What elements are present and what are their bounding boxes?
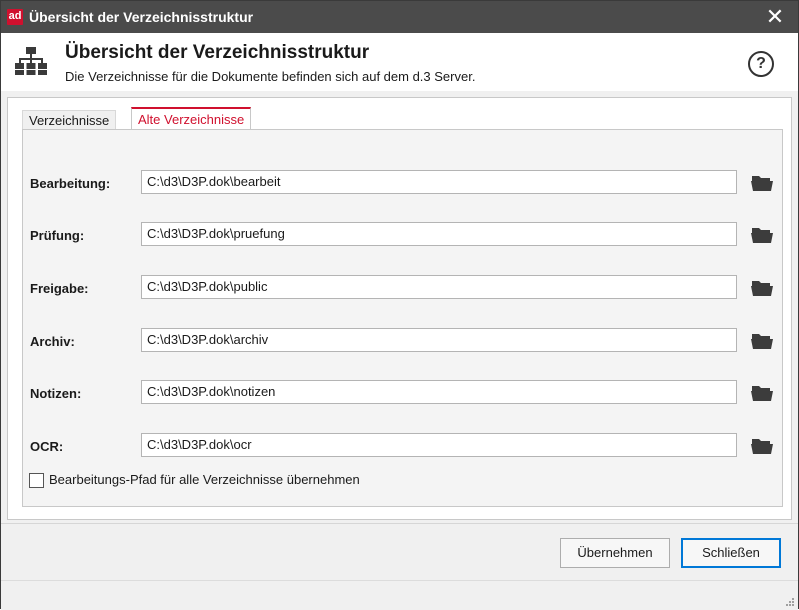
folder-tree-icon xyxy=(15,47,47,75)
label-freigabe: Freigabe: xyxy=(30,281,89,296)
page-subtitle: Die Verzeichnisse für die Dokumente befi… xyxy=(65,69,476,84)
close-button[interactable]: Schließen xyxy=(681,538,781,568)
close-window-button[interactable]: ✕ xyxy=(752,1,798,33)
title-bar: ad Übersicht der Verzeichnisstruktur ✕ xyxy=(1,1,798,33)
label-bearbeitung: Bearbeitung: xyxy=(30,176,111,191)
notizen-path-field[interactable]: C:\d3\D3P.dok\notizen xyxy=(141,380,737,404)
app-logo-icon: ad xyxy=(7,9,23,25)
label-archiv: Archiv: xyxy=(30,334,75,349)
page-title: Übersicht der Verzeichnisstruktur xyxy=(65,42,370,63)
label-ocr: OCR: xyxy=(30,439,64,454)
archiv-path-field[interactable]: C:\d3\D3P.dok\archiv xyxy=(141,328,737,352)
folder-browse-icon[interactable] xyxy=(750,434,774,456)
help-icon[interactable]: ? xyxy=(748,51,774,77)
window-title: Übersicht der Verzeichnisstruktur xyxy=(29,9,254,25)
content-area: Verzeichnisse Alte Verzeichnisse Bearbei… xyxy=(7,97,792,520)
folder-browse-icon[interactable] xyxy=(750,381,774,403)
dialog-header: Übersicht der Verzeichnisstruktur Die Ve… xyxy=(1,33,798,91)
freigabe-path-field[interactable]: C:\d3\D3P.dok\public xyxy=(141,275,737,299)
status-strip xyxy=(1,580,798,610)
folder-browse-icon[interactable] xyxy=(750,329,774,351)
apply-button[interactable]: Übernehmen xyxy=(560,538,670,568)
dialog-footer: Übernehmen Schließen xyxy=(1,523,798,610)
tab-verzeichnisse[interactable]: Verzeichnisse xyxy=(22,110,117,131)
label-pruefung: Prüfung: xyxy=(30,228,85,243)
folder-browse-icon[interactable] xyxy=(750,276,774,298)
label-notizen: Notizen: xyxy=(30,386,82,401)
ocr-path-field[interactable]: C:\d3\D3P.dok\ocr xyxy=(141,433,737,457)
pruefung-path-field[interactable]: C:\d3\D3P.dok\pruefung xyxy=(141,222,737,246)
folder-browse-icon[interactable] xyxy=(750,171,774,193)
bearbeitung-path-field[interactable]: C:\d3\D3P.dok\bearbeit xyxy=(141,170,737,194)
dialog-window: ad Übersicht der Verzeichnisstruktur ✕ Ü… xyxy=(0,0,799,610)
apply-path-checkbox[interactable] xyxy=(29,473,44,488)
apply-path-checkbox-label[interactable]: Bearbeitungs-Pfad für alle Verzeichnisse… xyxy=(49,472,360,487)
tab-panel: Bearbeitung: C:\d3\D3P.dok\bearbeit Prüf… xyxy=(22,129,783,507)
resize-grip-icon[interactable] xyxy=(784,596,794,606)
folder-browse-icon[interactable] xyxy=(750,223,774,245)
